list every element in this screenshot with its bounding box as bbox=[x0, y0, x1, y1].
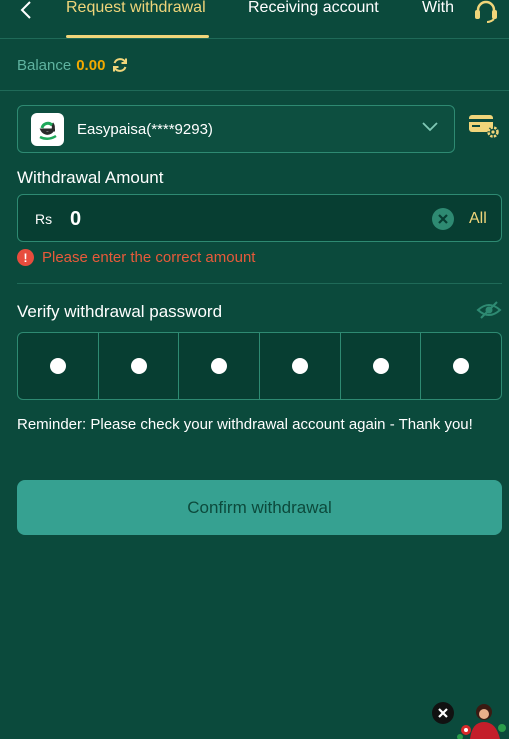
promo-character-image[interactable] bbox=[454, 700, 509, 739]
password-digit-4[interactable] bbox=[260, 333, 341, 399]
password-digit-2[interactable] bbox=[99, 333, 180, 399]
amount-input[interactable] bbox=[70, 203, 400, 235]
close-icon bbox=[438, 708, 448, 718]
all-button[interactable]: All bbox=[469, 210, 487, 228]
account-name: Easypaisa(****9293) bbox=[77, 120, 213, 138]
amount-error: ! Please enter the correct amount bbox=[17, 249, 255, 266]
withdrawal-amount-title: Withdrawal Amount bbox=[17, 168, 164, 187]
tab-bar: Request withdrawal Receiving account Wit… bbox=[0, 0, 509, 39]
refresh-icon[interactable] bbox=[111, 56, 129, 74]
balance-label: Balance bbox=[17, 56, 72, 74]
currency-label: Rs bbox=[35, 211, 53, 227]
promo-widget[interactable] bbox=[432, 700, 509, 739]
password-input-grid[interactable] bbox=[17, 332, 502, 400]
password-digit-1[interactable] bbox=[18, 333, 99, 399]
amount-error-text: Please enter the correct amount bbox=[42, 249, 256, 266]
divider bbox=[17, 283, 502, 284]
password-dot bbox=[291, 358, 308, 374]
balance-value: 0.00 bbox=[76, 56, 106, 74]
eye-off-icon[interactable] bbox=[476, 300, 502, 320]
support-button[interactable] bbox=[466, 0, 506, 24]
tab-withdrawal-record[interactable]: With bbox=[422, 0, 454, 20]
active-tab-indicator bbox=[66, 35, 209, 38]
verify-password-title: Verify withdrawal password bbox=[17, 302, 223, 321]
chevron-down-icon bbox=[422, 122, 438, 132]
account-select[interactable]: Easypaisa(****9293) bbox=[17, 105, 455, 153]
password-dot bbox=[211, 358, 228, 374]
card-settings-button[interactable] bbox=[466, 110, 502, 142]
divider bbox=[0, 90, 509, 91]
card-settings-icon bbox=[469, 115, 499, 138]
tab-receiving-account[interactable]: Receiving account bbox=[248, 0, 379, 20]
reminder-text: Reminder: Please check your withdrawal a… bbox=[17, 416, 473, 433]
password-dot bbox=[130, 358, 147, 374]
balance-row: Balance 0.00 bbox=[17, 55, 129, 75]
promo-close-button[interactable] bbox=[432, 702, 454, 724]
password-digit-3[interactable] bbox=[179, 333, 261, 399]
password-digit-5[interactable] bbox=[341, 333, 422, 399]
password-dot bbox=[453, 358, 470, 374]
password-digit-6[interactable] bbox=[421, 333, 501, 399]
clear-amount-button[interactable] bbox=[432, 208, 454, 230]
close-circle-icon bbox=[438, 214, 448, 224]
back-button[interactable] bbox=[14, 0, 38, 20]
confirm-withdrawal-button[interactable]: Confirm withdrawal bbox=[17, 480, 502, 535]
exclamation-circle-icon: ! bbox=[17, 249, 34, 266]
chevron-left-icon bbox=[20, 1, 31, 19]
password-dot bbox=[372, 358, 389, 374]
amount-field: Rs All bbox=[17, 194, 502, 242]
headset-icon bbox=[475, 0, 497, 23]
password-dot bbox=[49, 358, 66, 374]
tab-request-withdrawal[interactable]: Request withdrawal bbox=[66, 0, 206, 20]
easypaisa-logo bbox=[31, 112, 64, 146]
